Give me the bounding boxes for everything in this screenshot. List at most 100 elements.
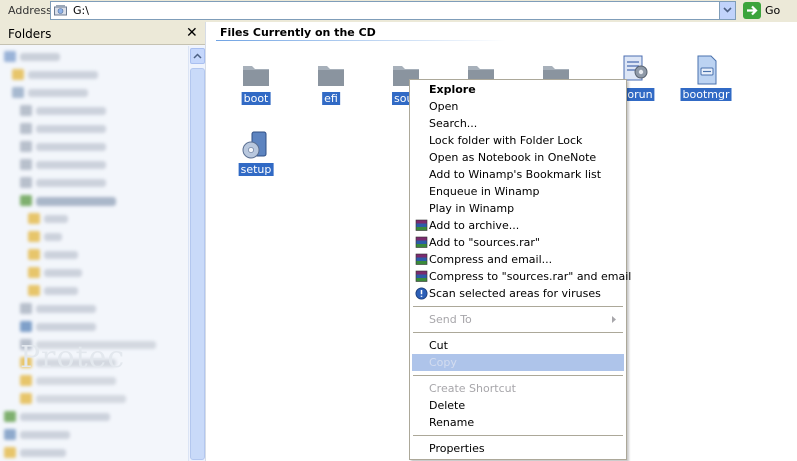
tree-label-blurred	[44, 251, 78, 259]
file-item-bootmgr[interactable]: bootmgr	[676, 54, 736, 114]
tree-label-blurred	[20, 431, 70, 439]
folder-icon	[28, 249, 40, 260]
tree-row[interactable]	[0, 122, 188, 136]
menu-item-label: Enqueue in Winamp	[429, 185, 540, 198]
menu-item-winamp-bookmark[interactable]: Add to Winamp's Bookmark list	[412, 166, 624, 183]
tree-row[interactable]	[0, 230, 188, 244]
cd-drive-icon	[54, 5, 67, 16]
menu-item-label: Add to "sources.rar"	[429, 236, 540, 249]
menu-item-label: Explore	[429, 83, 476, 96]
menu-item-cut[interactable]: Cut	[412, 337, 624, 354]
folder-icon	[28, 213, 40, 224]
tree-label-blurred	[36, 161, 106, 169]
menu-item-compress-email[interactable]: Compress and email...	[412, 251, 624, 268]
tree-row[interactable]	[0, 50, 188, 64]
tree-row[interactable]	[0, 302, 188, 316]
setup-icon	[242, 131, 267, 159]
tree-row[interactable]	[0, 86, 188, 100]
menu-item-rename[interactable]: Rename	[412, 414, 624, 431]
menu-item-label: Compress to "sources.rar" and email	[429, 270, 632, 283]
menu-item-label: Send To	[429, 313, 472, 326]
menu-item-winamp-play[interactable]: Play in Winamp	[412, 200, 624, 217]
winrar-icon	[415, 253, 428, 265]
folder-icon	[28, 231, 40, 242]
desktop-icon	[4, 51, 16, 62]
tree-row[interactable]	[0, 446, 188, 460]
folders-header: Folders ✕	[0, 22, 205, 45]
menu-item-folder-lock[interactable]: Lock folder with Folder Lock	[412, 132, 624, 149]
menu-item-winamp-enqueue[interactable]: Enqueue in Winamp	[412, 183, 624, 200]
scroll-thumb[interactable]	[190, 68, 205, 460]
tree-row[interactable]	[0, 392, 188, 406]
tree-label-blurred	[36, 305, 96, 313]
tree-label-blurred	[36, 107, 106, 115]
menu-item-compress-rar-email[interactable]: Compress to "sources.rar" and email	[412, 268, 631, 285]
file-label: boot	[241, 92, 271, 105]
menu-item-label: Copy	[429, 356, 457, 369]
menu-item-label: Cut	[429, 339, 448, 352]
tree-row[interactable]	[0, 212, 188, 226]
address-value: G:\	[73, 4, 89, 17]
content-heading: Files Currently on the CD	[220, 26, 376, 39]
menu-item-add-to-rar[interactable]: Add to "sources.rar"	[412, 234, 624, 251]
tree-row[interactable]	[0, 320, 188, 334]
file-label: orun	[625, 88, 655, 101]
close-icon[interactable]: ✕	[186, 25, 198, 41]
submenu-arrow-icon	[612, 316, 616, 323]
heading-divider	[216, 40, 506, 41]
go-button[interactable]: Go	[742, 1, 794, 20]
tree-row[interactable]	[0, 428, 188, 442]
menu-item-label: Create Shortcut	[429, 382, 516, 395]
folder-icon	[12, 69, 24, 80]
menu-item-properties[interactable]: Properties	[412, 440, 624, 457]
antivirus-icon	[415, 287, 428, 300]
menu-item-delete[interactable]: Delete	[412, 397, 624, 414]
chevron-down-icon	[723, 7, 732, 13]
tree-row[interactable]	[0, 104, 188, 118]
file-item-efi[interactable]: efi	[301, 58, 361, 118]
menu-item-scan-viruses[interactable]: Scan selected areas for viruses	[412, 285, 624, 302]
tree-row[interactable]	[0, 284, 188, 298]
chevron-up-icon	[193, 53, 202, 59]
menu-item-open[interactable]: Open	[412, 98, 624, 115]
recycle-bin-icon	[4, 429, 16, 440]
menu-separator	[413, 332, 623, 333]
scroll-up-button[interactable]	[190, 48, 205, 64]
menu-item-explore[interactable]: Explore	[412, 81, 624, 98]
tree-label-blurred	[28, 71, 98, 79]
menu-separator	[413, 375, 623, 376]
drive-icon	[20, 123, 32, 134]
tree-label-blurred	[36, 125, 106, 133]
address-dropdown-button[interactable]	[719, 2, 735, 19]
file-item-setup[interactable]: setup	[226, 129, 286, 189]
network-icon	[4, 411, 16, 422]
control-panel-icon	[20, 321, 32, 332]
tree-row[interactable]	[0, 266, 188, 280]
tree-row[interactable]	[0, 68, 188, 82]
tree-label-blurred	[36, 377, 116, 385]
folder-tree[interactable]	[0, 46, 188, 461]
menu-item-onenote[interactable]: Open as Notebook in OneNote	[412, 149, 624, 166]
tree-row[interactable]	[0, 140, 188, 154]
tree-label-blurred	[36, 143, 106, 151]
address-input[interactable]: G:\	[50, 1, 736, 20]
tree-row[interactable]	[0, 374, 188, 388]
folder-tree-scrollbar[interactable]	[188, 46, 205, 461]
menu-item-label: Search...	[429, 117, 478, 130]
menu-item-add-to-archive[interactable]: Add to archive...	[412, 217, 624, 234]
menu-item-create-shortcut[interactable]: Create Shortcut	[412, 380, 624, 397]
menu-item-send-to[interactable]: Send To	[412, 311, 624, 328]
menu-item-label: Compress and email...	[429, 253, 553, 266]
tree-row[interactable]	[0, 194, 188, 208]
winrar-icon	[415, 219, 428, 231]
tree-row[interactable]	[0, 410, 188, 424]
file-label: bootmgr	[680, 88, 732, 101]
file-item-boot[interactable]: boot	[226, 58, 286, 118]
folders-title: Folders	[8, 27, 52, 41]
menu-item-copy[interactable]: Copy	[412, 354, 624, 371]
address-label: Address	[8, 4, 52, 17]
tree-row[interactable]	[0, 248, 188, 262]
menu-item-search[interactable]: Search...	[412, 115, 624, 132]
tree-row[interactable]	[0, 176, 188, 190]
tree-row[interactable]	[0, 158, 188, 172]
